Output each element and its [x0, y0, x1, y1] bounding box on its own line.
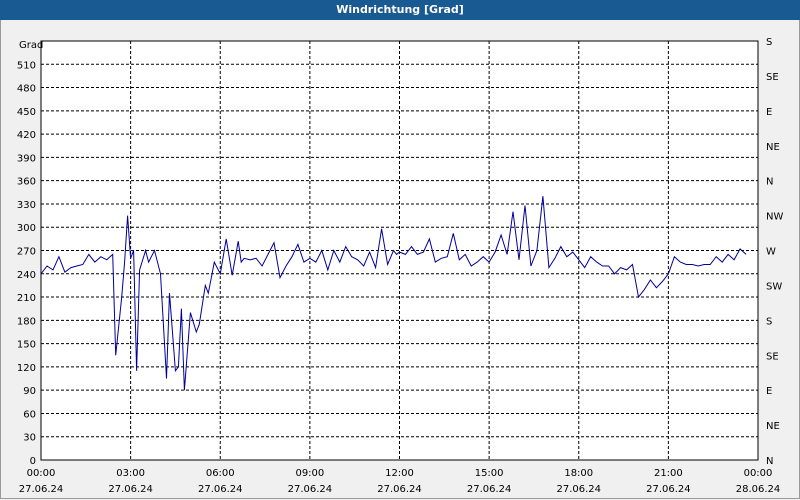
right-axis-labels: N NE E SE S SW W NW N NE E SE S	[766, 37, 783, 467]
y-tick-label: 510	[17, 60, 36, 71]
x-tick-date: 28.06.24	[736, 484, 781, 495]
y-tick-label: 30	[23, 433, 36, 444]
y-tick-label: 360	[17, 177, 36, 188]
x-tick-time: 15:00	[475, 468, 504, 479]
y-tick-label: 120	[17, 363, 36, 374]
y-tick-label: 420	[17, 130, 36, 141]
y-tick-label: 270	[17, 247, 36, 258]
x-tick-date: 27.06.24	[198, 484, 243, 495]
x-tick-time: 09:00	[295, 468, 324, 479]
y-tick-label: 390	[17, 153, 36, 164]
x-tick-date: 27.06.24	[556, 484, 601, 495]
x-tick-date: 27.06.24	[19, 484, 64, 495]
right-axis-label: N	[766, 456, 773, 467]
window-title: Windrichtung [Grad]	[0, 0, 800, 20]
right-axis-label: SW	[766, 281, 782, 292]
y-tick-label: 480	[17, 84, 36, 95]
right-axis-label: E	[766, 107, 772, 118]
x-tick-time: 21:00	[654, 468, 683, 479]
y-tick-label: 90	[23, 386, 36, 397]
y-tick-label: 450	[17, 107, 36, 118]
y-tick-label: 330	[17, 200, 36, 211]
y-tick-label: 180	[17, 316, 36, 327]
right-axis-label: NE	[766, 142, 780, 153]
right-axis-label: W	[766, 247, 776, 258]
x-tick-date: 27.06.24	[467, 484, 512, 495]
y-tick-label: 150	[17, 340, 36, 351]
x-tick-date: 27.06.24	[377, 484, 422, 495]
x-tick-time: 06:00	[206, 468, 235, 479]
x-tick-time: 00:00	[744, 468, 773, 479]
right-axis-label: S	[766, 316, 772, 327]
right-axis-label: S	[766, 37, 772, 48]
y-tick-label: 300	[17, 223, 36, 234]
y-tick-label: 240	[17, 270, 36, 281]
x-tick-time: 12:00	[385, 468, 414, 479]
x-tick-date: 27.06.24	[108, 484, 153, 495]
y-tick-label: 210	[17, 293, 36, 304]
x-tick-time: 00:00	[27, 468, 56, 479]
right-axis-label: SE	[766, 72, 779, 83]
right-axis-label: NW	[766, 212, 783, 223]
right-axis-label: N	[766, 177, 773, 188]
x-tick-labels: 00:00 27.06.24 03:00 27.06.24 06:00 27.06.24 0…	[19, 468, 781, 495]
y-tick-labels: 0 30 60 90 120 150 180 210 240 270 300 330 360 390 420…	[17, 60, 36, 467]
right-axis-label: E	[766, 386, 772, 397]
x-tick-date: 27.06.24	[288, 484, 333, 495]
x-tick-time: 03:00	[116, 468, 145, 479]
chart-window: 0 30 60 90 120 150 180 210 240 270 300 330 360 390 420…	[0, 20, 800, 499]
y-tick-label: 60	[23, 409, 36, 420]
x-tick-time: 18:00	[564, 468, 593, 479]
y-axis-label: Grad	[19, 40, 43, 51]
y-tick-label: 0	[30, 456, 36, 467]
x-tick-date: 27.06.24	[646, 484, 691, 495]
wind-direction-chart: 0 30 60 90 120 150 180 210 240 270 300 330 360 390 420…	[17, 37, 784, 495]
right-axis-label: NE	[766, 421, 780, 432]
right-axis-label: SE	[766, 351, 779, 362]
